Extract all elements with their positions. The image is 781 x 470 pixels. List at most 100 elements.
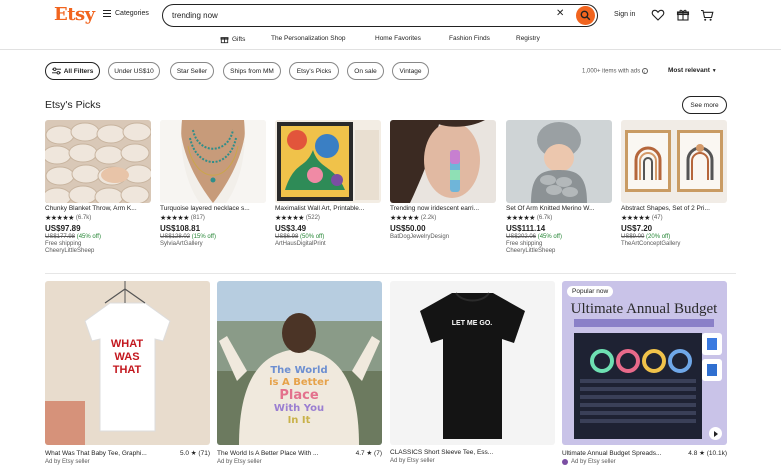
- product-title[interactable]: The World Is A Better Place With ...: [217, 450, 335, 457]
- product-image[interactable]: The World is A Better Place With You In …: [217, 281, 382, 445]
- product-image[interactable]: [506, 120, 612, 203]
- see-more-button[interactable]: See more: [682, 96, 727, 114]
- product-image[interactable]: [275, 120, 381, 203]
- filter-chip-under-10[interactable]: Under US$10: [108, 62, 160, 80]
- original-price-row: US$128.02 (15% off): [160, 234, 266, 240]
- review-count: (6.7k): [536, 215, 553, 221]
- discount: (15% off): [191, 234, 216, 240]
- product-image[interactable]: WHAT WAS THAT: [45, 281, 210, 445]
- product-title[interactable]: Set Of Arm Knitted Merino W...: [506, 205, 612, 212]
- ad-info-row: The World Is A Better Place With ... 4.7…: [217, 449, 382, 458]
- banner-text: Ultimate Annual Budget: [571, 301, 718, 317]
- pick-card[interactable]: Trending now iridescent earri... ★★★★★ (2…: [390, 120, 496, 240]
- product-image[interactable]: [621, 120, 727, 203]
- original-price-row: US$202.06 (45% off): [506, 234, 612, 240]
- review-count: (817): [190, 215, 205, 221]
- clear-search-icon[interactable]: ✕: [556, 8, 564, 19]
- product-rating: 4.7 ★ (7): [355, 450, 382, 457]
- product-title[interactable]: Turquoise layered necklace s...: [160, 205, 266, 212]
- search-input[interactable]: [172, 9, 552, 22]
- play-video-icon[interactable]: [709, 427, 722, 440]
- site-header: Etsy Categories ✕ Sign in: [0, 0, 781, 30]
- gift-icon[interactable]: [676, 8, 690, 22]
- original-price: US$128.02: [160, 234, 191, 240]
- pick-card[interactable]: Turquoise layered necklace s... ★★★★★ (81…: [160, 120, 266, 247]
- product-price: US$3.49: [275, 224, 307, 233]
- ad-card[interactable]: LET ME GO. CLASSICS Short Sleeve Tee, Es…: [390, 281, 555, 464]
- sort-label: Most relevant: [668, 67, 710, 74]
- nav-item-label: Gifts: [232, 36, 246, 43]
- shop-name[interactable]: BatDogJewelryDesign: [390, 234, 496, 240]
- shop-name[interactable]: CheeryLittleSheep: [45, 248, 151, 254]
- popular-now-badge: Popular now: [567, 286, 614, 297]
- filter-chip-on-sale[interactable]: On sale: [347, 62, 384, 80]
- ad-card[interactable]: The World is A Better Place With You In …: [217, 281, 382, 465]
- filter-chip-ships-from[interactable]: Ships from MM: [223, 62, 281, 80]
- product-image[interactable]: [45, 120, 151, 203]
- shop-name[interactable]: CheeryLittleSheep: [506, 248, 612, 254]
- filter-chip-vintage[interactable]: Vintage: [392, 62, 429, 80]
- nav-item-fashion-finds[interactable]: Fashion Finds: [449, 35, 490, 42]
- original-price: US$6.98: [275, 234, 299, 240]
- shop-name[interactable]: ArtHausDigitalPrint: [275, 241, 381, 247]
- ad-label: Ad by Etsy seller: [390, 458, 435, 464]
- nav-item-home-favorites[interactable]: Home Favorites: [375, 35, 421, 42]
- product-price: US$111.14: [506, 224, 546, 233]
- product-title[interactable]: Trending now iridescent earri...: [390, 205, 496, 212]
- product-title[interactable]: Chunky Blanket Throw, Arm K...: [45, 205, 151, 212]
- product-rating: ★★★★★ (817): [160, 214, 266, 222]
- shirt-text: WHAT: [111, 338, 143, 350]
- all-filters-button[interactable]: All Filters: [45, 62, 100, 80]
- product-image[interactable]: [390, 120, 496, 203]
- etsy-logo[interactable]: Etsy: [54, 4, 95, 25]
- categories-label: Categories: [115, 10, 149, 17]
- search-icon: [580, 10, 591, 21]
- filter-chip-etsys-picks[interactable]: Etsy's Picks: [289, 62, 339, 80]
- product-title[interactable]: What Was That Baby Tee, Graphi...: [45, 450, 163, 457]
- ad-info-row: CLASSICS Short Sleeve Tee, Ess...: [390, 449, 555, 456]
- rating-stars-icon: ★★★★★: [506, 215, 535, 222]
- nav-item-personalization-shop[interactable]: The Personalization Shop: [271, 35, 345, 42]
- review-count: (6.7k): [75, 215, 92, 221]
- product-title[interactable]: Maximalist Wall Art, Printable...: [275, 205, 381, 212]
- nav-item-registry[interactable]: Registry: [516, 35, 540, 42]
- product-image[interactable]: LET ME GO.: [390, 281, 555, 445]
- shipping-note: Free shipping: [45, 241, 82, 247]
- product-image[interactable]: [160, 120, 266, 203]
- shop-name[interactable]: TheArtConceptGallery: [621, 241, 727, 247]
- pick-card[interactable]: Chunky Blanket Throw, Arm K... ★★★★★ (6.7…: [45, 120, 151, 254]
- shop-name[interactable]: SylviaArtGallery: [160, 241, 266, 247]
- categories-button[interactable]: Categories: [103, 10, 149, 17]
- product-rating: ★★★★★ (522): [275, 214, 381, 222]
- chevron-down-icon: ▼: [711, 68, 717, 74]
- product-title[interactable]: Abstract Shapes, Set of 2 Pri...: [621, 205, 727, 212]
- item-count: 1,000+ items with ads i: [582, 68, 648, 75]
- pick-card[interactable]: Maximalist Wall Art, Printable... ★★★★★(…: [275, 120, 381, 247]
- pick-card[interactable]: Set Of Arm Knitted Merino W... ★★★★★ (6.7…: [506, 120, 612, 254]
- sign-in-link[interactable]: Sign in: [614, 11, 635, 18]
- info-icon[interactable]: i: [641, 68, 648, 74]
- ad-card[interactable]: WHAT WAS THAT What Was That Baby Tee, Gr…: [45, 281, 210, 465]
- review-count: (522): [305, 215, 320, 221]
- product-title[interactable]: CLASSICS Short Sleeve Tee, Ess...: [390, 449, 508, 456]
- discount: (20% off): [646, 234, 671, 240]
- cart-icon[interactable]: [700, 8, 714, 22]
- shirt-text: In It: [288, 415, 311, 426]
- star-seller-icon: [562, 459, 568, 465]
- search-button[interactable]: [576, 6, 595, 25]
- pick-card[interactable]: Abstract Shapes, Set of 2 Pri... ★★★★★ (4…: [621, 120, 727, 247]
- product-price: US$108.81: [160, 224, 201, 233]
- ad-card[interactable]: Ultimate Annual Budget Popular now Ultim…: [562, 281, 727, 465]
- filter-chip-star-seller[interactable]: Star Seller: [170, 62, 214, 80]
- category-nav: Gifts The Personalization Shop Home Favo…: [0, 30, 781, 50]
- sort-dropdown[interactable]: Most relevant ▼: [668, 67, 717, 74]
- ad-label: Ad by Etsy seller: [45, 459, 90, 465]
- product-title[interactable]: Ultimate Annual Budget Spreads...: [562, 450, 680, 457]
- all-filters-label: All Filters: [63, 67, 94, 75]
- favorites-heart-icon[interactable]: [651, 8, 665, 22]
- nav-item-gifts[interactable]: Gifts: [220, 35, 245, 44]
- product-image[interactable]: Ultimate Annual Budget Popular now: [562, 281, 727, 445]
- shirt-text: The World: [270, 365, 327, 376]
- product-rating: 4.8 ★ (10.1k): [688, 450, 727, 457]
- product-rating: ★★★★★ (2.2k): [390, 214, 496, 222]
